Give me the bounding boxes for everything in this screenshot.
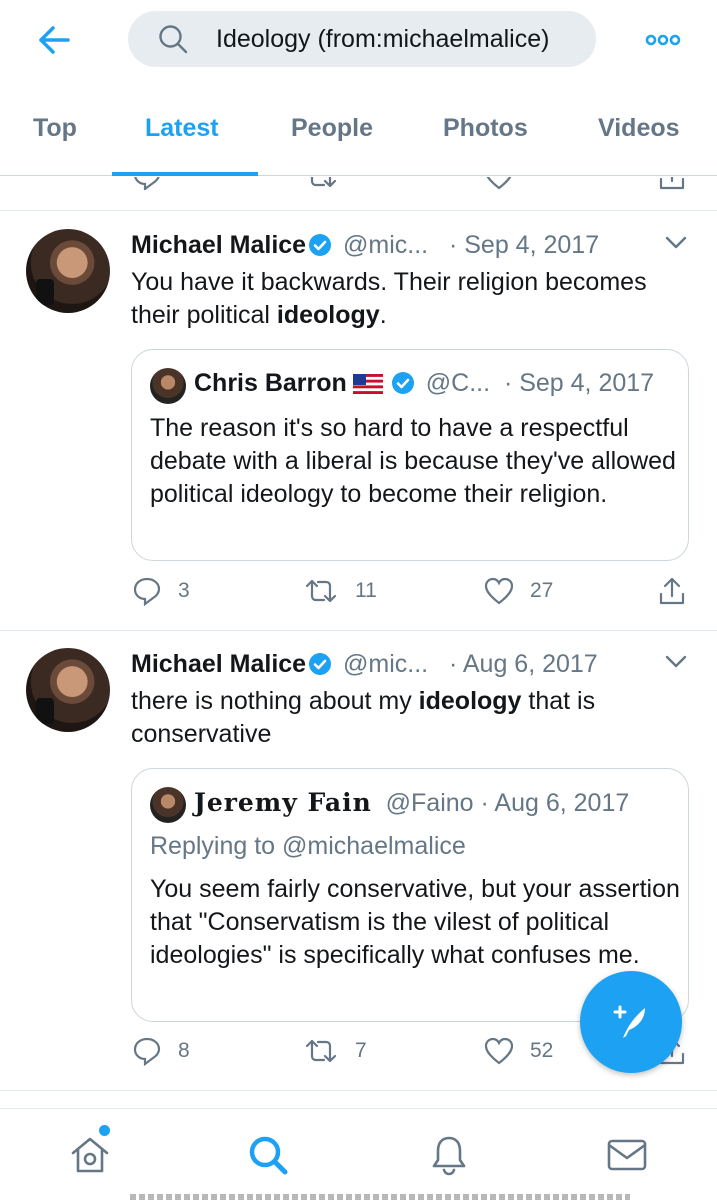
- chevron-down-icon[interactable]: [665, 655, 687, 674]
- tweet-actions: 3 11 27: [0, 576, 717, 616]
- verified-icon: [391, 371, 415, 402]
- quoted-tweet-header: Jeremy Fain @Faino · Aug 6, 2017: [194, 788, 629, 822]
- tweet-author-handle: @mic...: [343, 650, 429, 678]
- divider: [0, 1090, 717, 1091]
- tab-people[interactable]: People: [291, 114, 373, 143]
- more-icon[interactable]: [643, 28, 683, 52]
- search-tab[interactable]: [246, 1133, 290, 1177]
- like-icon[interactable]: [484, 177, 514, 190]
- reply-icon: [133, 1037, 161, 1066]
- divider: [0, 210, 717, 211]
- like-icon: [484, 577, 514, 605]
- reply-count: 8: [178, 1039, 190, 1062]
- back-arrow-icon[interactable]: [34, 22, 74, 58]
- notifications-tab[interactable]: [427, 1133, 471, 1177]
- avatar[interactable]: [26, 648, 110, 732]
- reply-button[interactable]: 8: [132, 1036, 190, 1066]
- share-icon: [659, 577, 685, 605]
- verified-icon: [308, 233, 332, 264]
- messages-tab[interactable]: [605, 1133, 649, 1177]
- tweet-header: Michael Malice @mic... · Aug 6, 2017: [131, 650, 598, 684]
- quoted-tweet-text: You seem fairly conservative, but your a…: [150, 875, 680, 969]
- tweet-text: there is nothing about my ideology that …: [131, 687, 596, 748]
- tweet-author-handle: @mic...: [343, 231, 429, 259]
- quoted-tweet[interactable]: Chris Barron @C... · Sep 4, 2017 The rea…: [131, 349, 689, 561]
- search-input[interactable]: Ideology (from:michaelmalice): [128, 11, 596, 67]
- quoted-tweet-date: · Aug 6, 2017: [480, 789, 630, 817]
- notifications-icon: [432, 1136, 466, 1176]
- quoted-author-handle: @C...: [425, 369, 491, 397]
- avatar: [150, 787, 186, 823]
- bottom-navigation: [0, 1108, 717, 1200]
- replying-to: Replying to @michaelmalice: [150, 832, 466, 860]
- tweet-date[interactable]: · Aug 6, 2017: [449, 650, 598, 678]
- home-icon: [71, 1137, 109, 1173]
- retweet-button[interactable]: 7: [303, 1036, 367, 1066]
- retweet-icon: [305, 1039, 337, 1063]
- tweet-text: You have it backwards. Their religion be…: [131, 268, 647, 329]
- compose-icon: [613, 1005, 645, 1038]
- tweet-date[interactable]: · Sep 4, 2017: [449, 231, 599, 259]
- share-button[interactable]: [657, 576, 687, 606]
- reply-count: 3: [178, 579, 190, 602]
- tab-photos[interactable]: Photos: [443, 114, 528, 143]
- quoted-author-name: Jeremy Fain: [194, 788, 372, 817]
- avatar[interactable]: [26, 229, 110, 313]
- like-button[interactable]: 27: [484, 576, 553, 606]
- reply-icon[interactable]: [132, 177, 162, 190]
- tab-top[interactable]: Top: [33, 114, 77, 143]
- tweet-author-name[interactable]: Michael Malice: [131, 231, 306, 259]
- retweet-icon[interactable]: [303, 177, 339, 190]
- search-icon: [158, 24, 188, 59]
- clipped-content: [130, 1194, 630, 1200]
- new-content-dot: [99, 1125, 110, 1136]
- quoted-author-handle: @Faino: [385, 789, 474, 817]
- like-button[interactable]: 52: [484, 1036, 553, 1066]
- retweet-count: 11: [355, 579, 377, 602]
- home-tab[interactable]: [68, 1133, 112, 1177]
- search-tabs: Top Latest People Photos Videos: [0, 90, 717, 176]
- tweet-header: Michael Malice @mic... · Sep 4, 2017: [131, 231, 599, 265]
- tab-videos[interactable]: Videos: [598, 114, 680, 143]
- quoted-tweet-text: The reason it's so hard to have a respec…: [150, 414, 676, 508]
- compose-button[interactable]: [580, 971, 682, 1073]
- us-flag-icon: [352, 372, 383, 401]
- tweet-author-name[interactable]: Michael Malice: [131, 650, 306, 678]
- reply-icon: [133, 577, 161, 606]
- retweet-button[interactable]: 11: [303, 576, 377, 606]
- search-icon: [249, 1136, 288, 1175]
- chevron-down-icon[interactable]: [665, 236, 687, 255]
- quoted-author-name: Chris Barron: [194, 369, 347, 397]
- messages-icon: [607, 1139, 647, 1171]
- retweet-icon: [305, 579, 337, 603]
- like-icon: [484, 1037, 514, 1065]
- search-query: Ideology (from:michaelmalice): [216, 25, 550, 53]
- divider: [0, 630, 717, 631]
- retweet-count: 7: [355, 1039, 367, 1062]
- previous-tweet-actions: [0, 177, 717, 190]
- share-icon[interactable]: [657, 177, 687, 190]
- quoted-tweet-header: Chris Barron @C... · Sep 4, 2017: [194, 369, 654, 403]
- quoted-tweet-date: · Sep 4, 2017: [503, 369, 655, 397]
- verified-icon: [308, 652, 332, 683]
- avatar: [150, 368, 186, 404]
- like-count: 52: [530, 1039, 554, 1062]
- like-count: 27: [530, 579, 554, 602]
- active-tab-indicator: [112, 172, 258, 176]
- reply-button[interactable]: 3: [132, 576, 190, 606]
- tab-latest[interactable]: Latest: [145, 114, 219, 143]
- top-bar: Ideology (from:michaelmalice): [0, 0, 717, 80]
